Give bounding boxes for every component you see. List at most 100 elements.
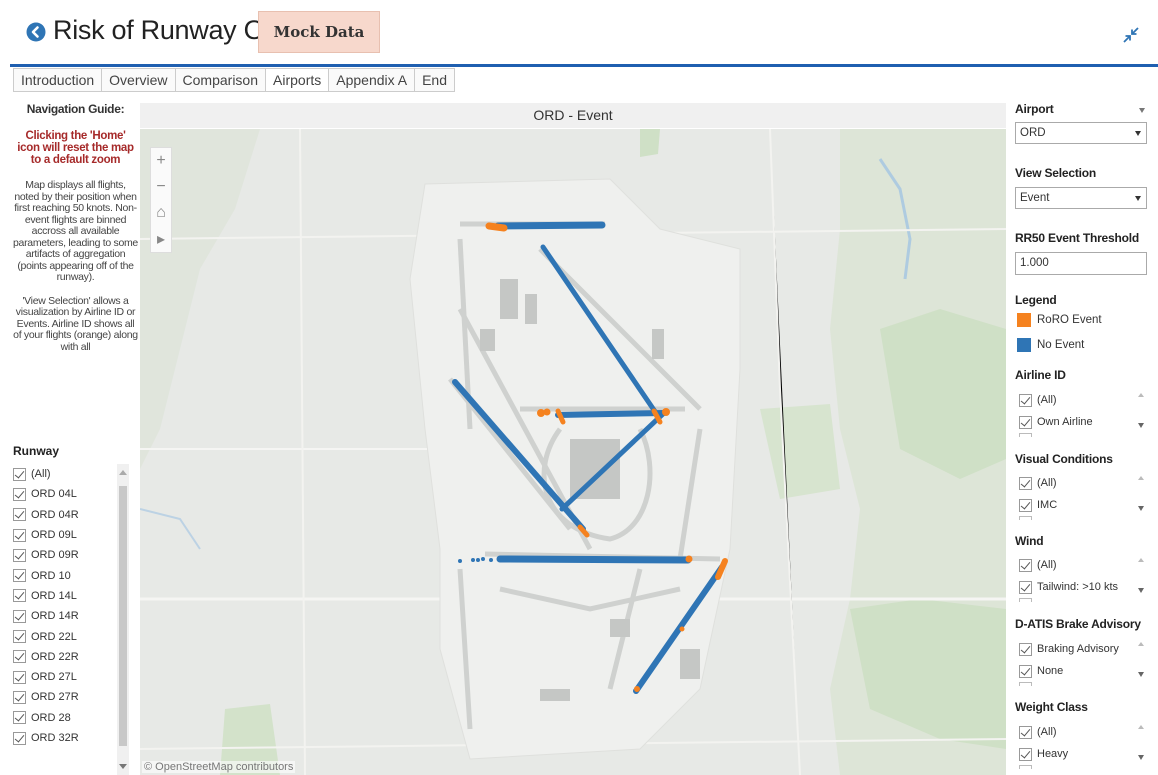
scroll-up-icon[interactable] [1138, 725, 1144, 729]
tab-airports[interactable]: Airports [266, 69, 330, 91]
filter-scrollbar[interactable] [1137, 476, 1147, 516]
back-arrow-icon[interactable] [26, 22, 46, 42]
tab-comparison[interactable]: Comparison [175, 69, 267, 91]
checkbox-checked-icon[interactable] [1019, 580, 1032, 594]
wind-option[interactable]: Tailwind: >10 kts [1015, 576, 1149, 598]
checkbox-checked-icon[interactable] [13, 589, 26, 603]
collapse-icon[interactable] [1122, 26, 1140, 44]
checkbox-checked-icon[interactable] [13, 690, 26, 704]
scroll-down-icon[interactable] [1138, 588, 1144, 593]
runway-option[interactable]: ORD 22R [13, 647, 131, 667]
weight-class-option[interactable]: Heavy [1015, 743, 1149, 765]
no-event-point [471, 558, 475, 562]
navigation-guide-heading: Navigation Guide: [26, 102, 125, 116]
scroll-down-icon[interactable] [1138, 755, 1144, 760]
runway-scrollbar[interactable] [117, 464, 129, 775]
airport-map[interactable]: + − ⌂ ▸ © OpenStreetMap contributors [140, 129, 1006, 775]
runway-option[interactable]: ORD 27L [13, 667, 131, 687]
checkbox-checked-icon[interactable] [1019, 476, 1032, 490]
runway-option[interactable]: ORD 14L [13, 586, 131, 606]
checkbox-checked-icon[interactable] [13, 467, 26, 481]
filter-scrollbar[interactable] [1137, 725, 1147, 765]
right-panel: Airport ORD View Selection Event RR50 Ev… [1013, 98, 1153, 775]
checkbox-checked-icon[interactable] [1019, 415, 1032, 429]
filter-scrollbar[interactable] [1137, 393, 1147, 433]
weight-class-option[interactable]: (All) [1015, 721, 1149, 743]
runway-option[interactable]: ORD 10 [13, 565, 131, 585]
airport-dropdown[interactable]: ORD [1015, 122, 1147, 144]
checkbox-checked-icon[interactable] [13, 630, 26, 644]
visual-conditions-option[interactable]: IMC [1015, 494, 1149, 516]
checkbox-checked-icon[interactable] [13, 569, 26, 583]
scroll-down-icon[interactable] [119, 764, 127, 769]
scroll-up-icon[interactable] [1138, 558, 1144, 562]
runway-option[interactable]: ORD 32R [13, 728, 131, 748]
scroll-thumb[interactable] [119, 486, 127, 746]
checkbox-checked-icon[interactable] [1019, 558, 1032, 572]
chevron-down-icon [1135, 196, 1141, 201]
runway-option[interactable]: ORD 14R [13, 606, 131, 626]
tab-overview[interactable]: Overview [102, 69, 176, 91]
map-panel: ORD - Event + − ⌂ ▸ © OpenStreetMap cont… [140, 103, 1006, 775]
checkbox-checked-icon[interactable] [1019, 642, 1032, 656]
scroll-up-icon[interactable] [1138, 393, 1144, 397]
tab-introduction[interactable]: Introduction [13, 69, 103, 91]
airport-menu-caret-icon[interactable] [1139, 108, 1145, 113]
tab-appendix-a[interactable]: Appendix A [329, 69, 416, 91]
checkbox-checked-icon[interactable] [1019, 498, 1032, 512]
filter-scrollbar[interactable] [1137, 642, 1147, 682]
airline-id-option[interactable]: Own Airline [1015, 411, 1149, 433]
weight-class-label: Weight Class [1015, 700, 1088, 714]
tab-end[interactable]: End [415, 69, 456, 91]
checkbox-checked-icon[interactable] [13, 548, 26, 562]
checkbox-checked-icon[interactable] [13, 609, 26, 623]
tab-bar: Introduction Overview Comparison Airport… [13, 68, 456, 92]
left-panel: Navigation Guide: Clicking the 'Home' ic… [13, 98, 138, 775]
checkbox-checked-icon[interactable] [13, 508, 26, 522]
wind-option[interactable]: (All) [1015, 554, 1149, 576]
runway-option[interactable]: ORD 27R [13, 687, 131, 707]
no-event-point [481, 557, 485, 561]
checkbox-checked-icon[interactable] [13, 711, 26, 725]
filter-scrollbar[interactable] [1137, 558, 1147, 598]
scroll-up-icon[interactable] [1138, 642, 1144, 646]
runway-option[interactable]: ORD 04R [13, 505, 131, 525]
checkbox-checked-icon[interactable] [1019, 393, 1032, 407]
brake-advisory-option[interactable]: Braking Advisory [1015, 638, 1149, 660]
airline-id-option[interactable]: (All) [1015, 389, 1149, 411]
scroll-up-icon[interactable] [1138, 476, 1144, 480]
brake-advisory-option[interactable]: None [1015, 660, 1149, 682]
checkbox-checked-icon[interactable] [13, 650, 26, 664]
scroll-down-icon[interactable] [1138, 506, 1144, 511]
runway-option[interactable]: (All) [13, 464, 131, 484]
zoom-out-icon[interactable]: − [151, 174, 171, 200]
runway-option[interactable]: ORD 04L [13, 484, 131, 504]
event-point [543, 408, 551, 416]
event-segment [485, 222, 508, 232]
checkbox-checked-icon[interactable] [13, 731, 26, 745]
checkbox-checked-icon[interactable] [1019, 664, 1032, 678]
runway-option[interactable]: ORD 09R [13, 545, 131, 565]
visual-conditions-option[interactable]: (All) [1015, 472, 1149, 494]
zoom-in-icon[interactable]: + [151, 148, 171, 174]
weight-class-filter: (All) Heavy [1015, 721, 1149, 769]
checkbox-checked-icon[interactable] [13, 487, 26, 501]
map-canvas[interactable] [140, 129, 1006, 775]
play-icon[interactable]: ▸ [151, 226, 171, 252]
home-icon[interactable]: ⌂ [151, 200, 171, 226]
scroll-down-icon[interactable] [1138, 672, 1144, 677]
checkbox-checked-icon[interactable] [1019, 725, 1032, 739]
scroll-up-icon[interactable] [119, 470, 127, 475]
track-runway-top [494, 221, 606, 230]
runway-option[interactable]: ORD 09L [13, 525, 131, 545]
view-selection-dropdown[interactable]: Event [1015, 187, 1147, 209]
runway-option[interactable]: ORD 28 [13, 708, 131, 728]
threshold-label: RR50 Event Threshold [1015, 231, 1140, 245]
checkbox-checked-icon[interactable] [13, 528, 26, 542]
list-more-indicator [1019, 516, 1032, 520]
scroll-down-icon[interactable] [1138, 423, 1144, 428]
checkbox-checked-icon[interactable] [13, 670, 26, 684]
checkbox-checked-icon[interactable] [1019, 747, 1032, 761]
threshold-input[interactable]: 1.000 [1015, 252, 1147, 275]
runway-option[interactable]: ORD 22L [13, 626, 131, 646]
